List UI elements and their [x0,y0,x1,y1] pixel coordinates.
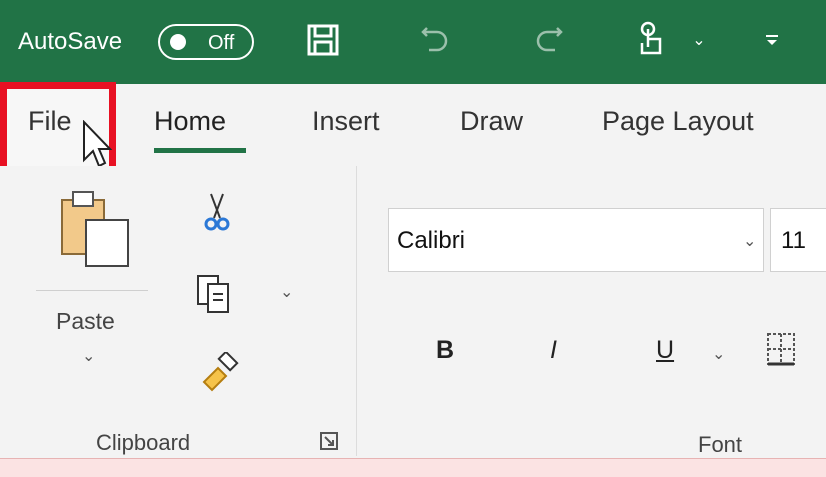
autosave-state: Off [208,32,235,54]
dialog-launcher-icon[interactable] [320,432,338,455]
paste-icon[interactable] [58,190,134,275]
mouse-cursor-icon [83,120,112,168]
customize-qat-icon[interactable] [758,18,786,62]
copy-icon[interactable] [196,274,232,319]
font-size-value: 11 [781,227,806,254]
redo-icon[interactable] [526,18,572,62]
undo-icon[interactable] [412,18,458,62]
italic-button[interactable]: I [550,336,557,365]
paste-divider [36,290,148,291]
tab-insert[interactable]: Insert [312,106,380,137]
paste-label[interactable]: Paste [56,308,115,335]
bold-button[interactable]: B [436,336,454,365]
touch-mode-icon[interactable] [632,18,672,62]
paste-chevron-icon[interactable]: ⌄ [82,346,95,366]
font-name-chevron-icon[interactable]: ⌄ [743,231,756,251]
clipboard-group-label: Clipboard [96,430,191,455]
tab-page-layout[interactable]: Page Layout [602,106,754,137]
tab-home[interactable]: Home [154,106,226,137]
font-name-box[interactable]: Calibri ⌄ [388,208,764,272]
chevron-down-icon[interactable]: ⌄ [688,18,710,62]
underline-button[interactable]: U [656,336,674,365]
save-icon[interactable] [300,18,346,62]
tab-draw[interactable]: Draw [460,106,523,137]
group-separator [356,166,357,456]
font-name-value: Calibri [397,227,466,254]
autosave-toggle[interactable]: Off [158,24,254,60]
cut-icon[interactable] [202,192,232,239]
font-size-box[interactable]: 11 [770,208,826,272]
borders-icon[interactable] [766,332,796,371]
active-tab-indicator [154,148,246,153]
tab-file[interactable]: File [28,106,72,137]
font-group-label: Font [698,432,743,457]
quick-access-toolbar: AutoSave Off ⌄ [0,0,826,84]
autosave-label: AutoSave [18,28,123,55]
toggle-knob [170,34,186,50]
copy-chevron-icon[interactable]: ⌄ [280,282,293,302]
underline-chevron-icon[interactable]: ⌄ [712,344,725,364]
format-painter-icon[interactable] [200,350,240,397]
bottom-notification-strip [0,458,826,477]
